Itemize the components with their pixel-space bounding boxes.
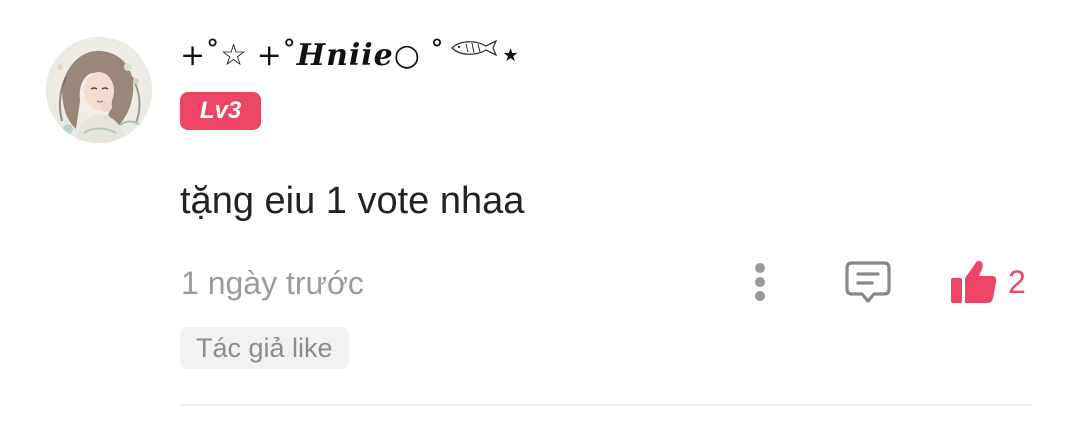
level-badge: Lv3 [180, 92, 261, 130]
like-count: 2 [1008, 263, 1026, 300]
comment-card: +˚☆ +˚ Hniie ○ ˚ ★ Lv3 tặng eiu 1 vote n… [0, 0, 1080, 422]
comment-text: tặng eiu 1 vote nhaa [180, 180, 525, 222]
more-options-button[interactable] [740, 258, 780, 306]
username-end-star: ★ [502, 44, 519, 66]
author-like-tag: Tác giả like [180, 327, 349, 369]
username-text: Hniie [296, 37, 394, 73]
username-suffix: ○ ˚ [393, 37, 445, 73]
thumbs-up-icon [951, 260, 997, 303]
username-prefix: +˚☆ +˚ [180, 37, 297, 73]
like-button[interactable]: 2 [948, 254, 1026, 310]
comment-timestamp: 1 ngày trước [181, 265, 364, 301]
divider [180, 404, 1032, 406]
avatar[interactable] [46, 37, 152, 143]
avatar-image [46, 37, 152, 143]
username[interactable]: +˚☆ +˚ Hniie ○ ˚ ★ [180, 30, 519, 80]
comment-reply-icon [845, 261, 891, 303]
fish-icon [450, 31, 500, 66]
more-vertical-icon [755, 263, 765, 301]
reply-button[interactable] [840, 256, 896, 308]
